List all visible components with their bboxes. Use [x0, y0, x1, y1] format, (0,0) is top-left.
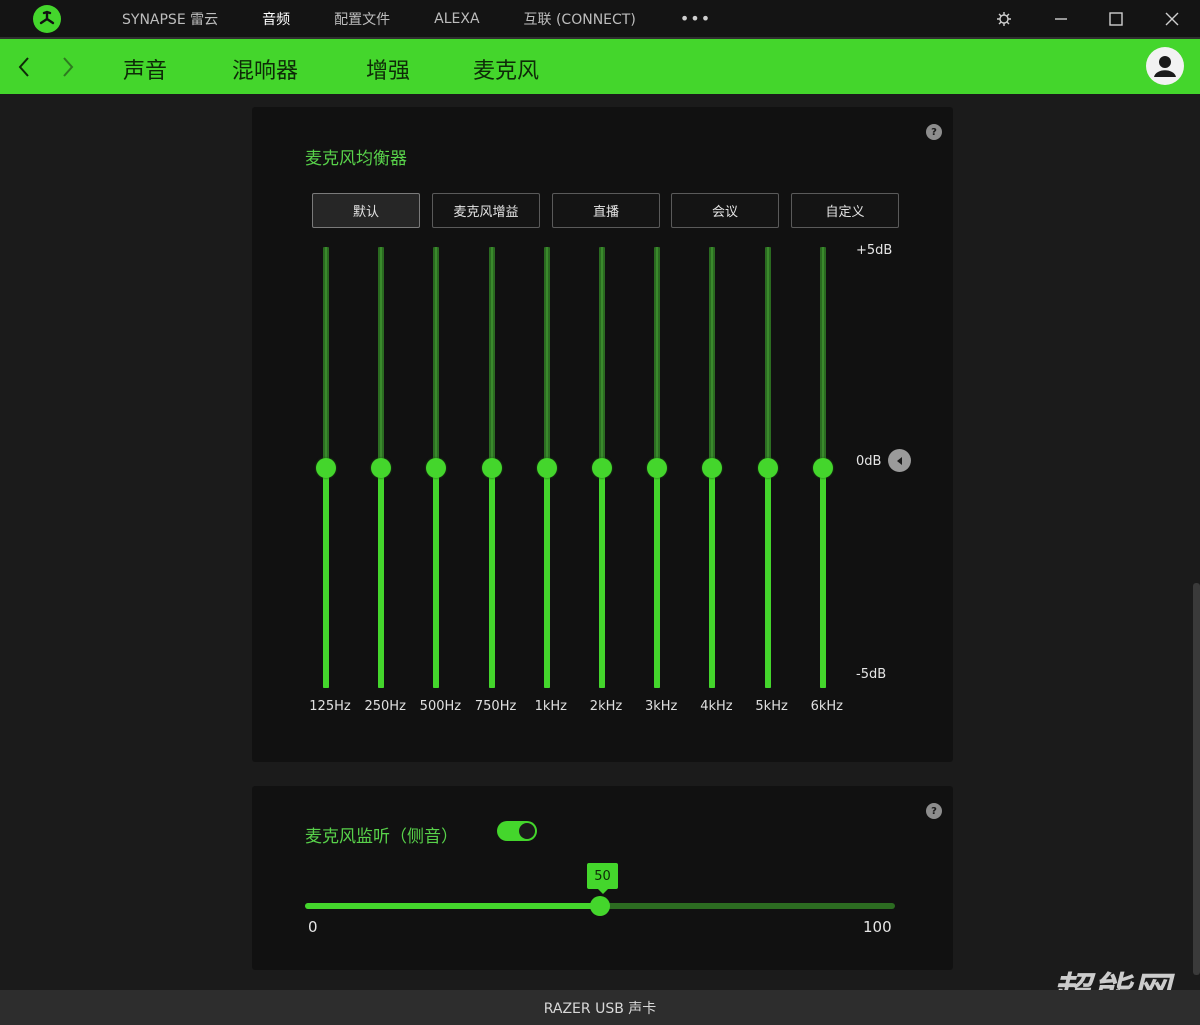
close-icon[interactable] [1152, 0, 1192, 37]
nav-audio[interactable]: 音频 [262, 9, 290, 29]
db-zero-label: 0dB [856, 454, 882, 469]
eq-freq-label: 750Hz [474, 699, 517, 714]
eq-freq-label: 2kHz [589, 699, 623, 714]
nav-profiles[interactable]: 配置文件 [334, 9, 390, 29]
eq-freq-label: 125Hz [309, 699, 351, 714]
eq-slider-5kHz[interactable] [757, 247, 778, 688]
scrollbar[interactable] [1193, 583, 1200, 975]
nav-connect[interactable]: 互联 (CONNECT) [524, 9, 636, 29]
eq-slider-fill [654, 467, 661, 688]
eq-slider-3kHz[interactable] [647, 247, 668, 688]
eq-slider-fill [378, 467, 385, 688]
eq-slider-250Hz[interactable] [371, 247, 392, 688]
eq-slider-knob[interactable] [316, 457, 336, 478]
eq-slider-fill [764, 467, 771, 688]
eq-slider-knob[interactable] [426, 457, 447, 478]
top-nav: SYNAPSE 雷云 音频 配置文件 ALEXA 互联 (CONNECT) ••… [122, 0, 711, 37]
nav-synapse[interactable]: SYNAPSE 雷云 [122, 9, 218, 29]
sidetone-slider-knob[interactable] [590, 896, 610, 916]
eq-slider-knob[interactable] [812, 457, 833, 478]
eq-slider-fill [819, 467, 826, 688]
eq-slider-125Hz[interactable] [316, 247, 336, 688]
help-icon[interactable]: ? [926, 803, 942, 819]
eq-freq-label: 1kHz [534, 699, 567, 714]
slider-min-label: 0 [308, 918, 318, 936]
db-min-label: -5dB [856, 667, 887, 682]
eq-slider-750Hz[interactable] [481, 247, 502, 688]
eq-slider-fill [709, 467, 716, 688]
device-footer: RAZER USB 声卡 [0, 990, 1200, 1025]
eq-title: 麦克风均衡器 [305, 149, 407, 169]
eq-slider-fill [599, 467, 605, 688]
preset-custom-button[interactable]: 自定义 [791, 193, 899, 228]
eq-slider-fill [323, 467, 329, 688]
settings-gear-icon[interactable] [984, 0, 1024, 37]
preset-default-button[interactable]: 默认 [312, 193, 420, 228]
title-bar: SYNAPSE 雷云 音频 配置文件 ALEXA 互联 (CONNECT) ••… [0, 0, 1200, 37]
eq-freq-label: 6kHz [810, 699, 843, 714]
eq-slider-knob[interactable] [536, 457, 557, 478]
eq-slider-knob[interactable] [757, 457, 778, 478]
more-menu-icon[interactable]: ••• [680, 9, 711, 28]
tab-mic[interactable]: 麦克风 [473, 53, 539, 85]
preset-mic-boost-button[interactable]: 麦克风增益 [432, 193, 540, 228]
eq-slider-fill [488, 467, 495, 688]
tab-sound[interactable]: 声音 [123, 53, 167, 85]
eq-freq-label: 250Hz [364, 699, 406, 714]
eq-slider-knob[interactable] [702, 457, 723, 478]
minimize-icon[interactable] [1041, 0, 1081, 37]
sidetone-slider-fill [305, 903, 600, 909]
eq-freq-label: 4kHz [700, 699, 733, 714]
eq-slider-fill [433, 467, 440, 688]
slider-max-label: 100 [863, 918, 892, 936]
eq-slider-500Hz[interactable] [426, 247, 447, 688]
eq-slider-1kHz[interactable] [536, 247, 557, 688]
nav-alexa[interactable]: ALEXA [434, 11, 479, 27]
eq-slider-knob[interactable] [592, 457, 612, 478]
eq-slider-2kHz[interactable] [592, 247, 612, 688]
sidetone-title: 麦克风监听（侧音） [305, 827, 458, 847]
mic-monitor-panel: ? 麦克风监听（侧音） 50 0 100 [252, 786, 953, 970]
sub-nav: 声音 混响器 增强 麦克风 [0, 37, 1200, 94]
eq-freq-label: 500Hz [419, 699, 462, 714]
eq-freq-label: 5kHz [755, 699, 788, 714]
eq-slider-6kHz[interactable] [812, 247, 833, 688]
eq-slider-knob[interactable] [647, 457, 668, 478]
eq-slider-knob[interactable] [481, 457, 502, 478]
preset-streaming-button[interactable]: 直播 [552, 193, 660, 228]
maximize-icon[interactable] [1096, 0, 1136, 37]
device-name: RAZER USB 声卡 [543, 1000, 657, 1017]
forward-arrow-icon[interactable] [58, 55, 78, 79]
db-max-label: +5dB [856, 243, 893, 258]
eq-freq-label: 3kHz [644, 699, 678, 714]
sidetone-toggle[interactable] [497, 821, 537, 841]
eq-slider-4kHz[interactable] [702, 247, 723, 688]
back-arrow-icon[interactable] [14, 55, 34, 79]
preset-meeting-button[interactable]: 会议 [671, 193, 779, 228]
eq-slider-fill [543, 467, 550, 688]
slider-value-tooltip: 50 [587, 863, 618, 894]
reset-eq-icon[interactable] [888, 449, 911, 472]
toggle-knob [519, 823, 535, 839]
eq-slider-knob[interactable] [371, 457, 392, 478]
user-avatar-icon[interactable] [1146, 47, 1184, 85]
tab-enhance[interactable]: 增强 [366, 53, 410, 85]
tab-mixer[interactable]: 混响器 [232, 53, 298, 85]
help-icon[interactable]: ? [926, 124, 942, 140]
mic-eq-panel: ? 麦克风均衡器 默认 麦克风增益 直播 会议 自定义 125Hz 250Hz 50… [252, 107, 953, 762]
razer-logo-icon[interactable] [33, 5, 61, 33]
